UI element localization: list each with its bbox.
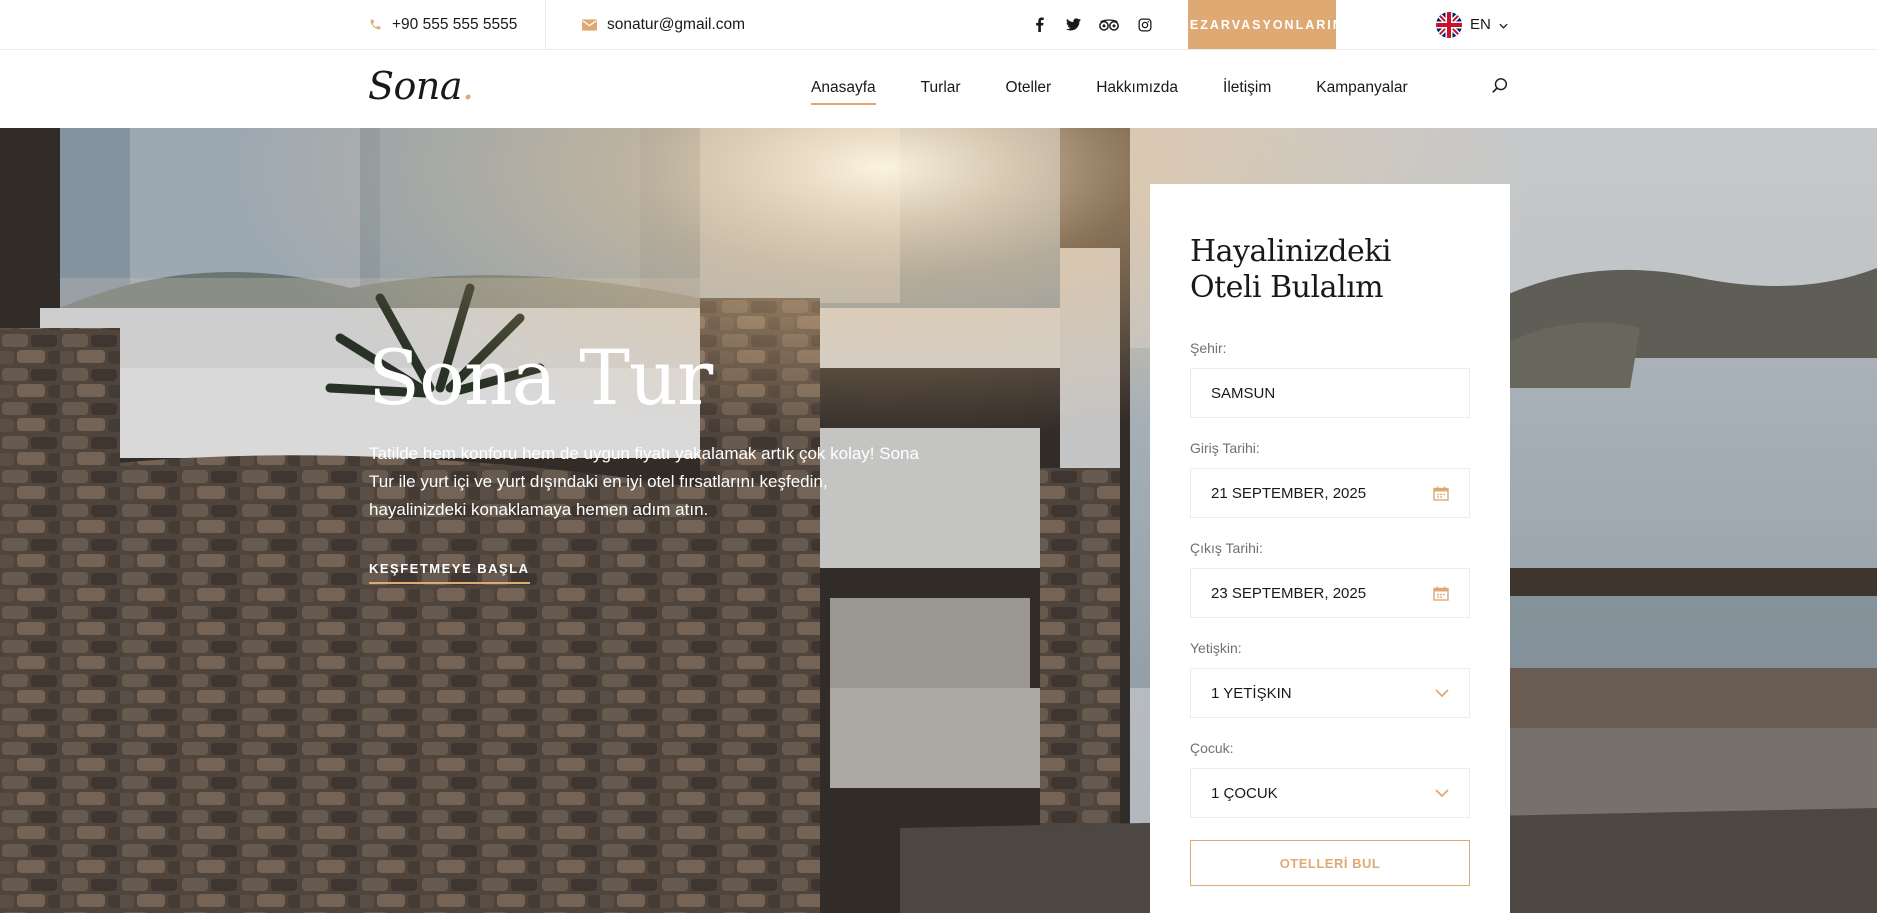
main-nav: Anasayfa Turlar Oteller Hakkımızda İleti… <box>811 50 1453 128</box>
logo-dot: . <box>462 64 474 108</box>
checkout-label: Çıkış Tarihi: <box>1190 540 1263 556</box>
checkout-date-input[interactable]: 23 SEPTEMBER, 2025 <box>1190 568 1470 618</box>
instagram-icon[interactable] <box>1136 16 1154 34</box>
checkin-label: Giriş Tarihi: <box>1190 440 1260 456</box>
checkin-date-input[interactable]: 21 SEPTEMBER, 2025 <box>1190 468 1470 518</box>
checkin-value: 21 SEPTEMBER, 2025 <box>1211 484 1367 502</box>
city-value: SAMSUN <box>1211 384 1276 402</box>
email-contact[interactable]: sonatur@gmail.com <box>582 0 745 49</box>
nav-anasayfa[interactable]: Anasayfa <box>811 79 876 105</box>
email-address: sonatur@gmail.com <box>607 15 746 33</box>
main-header: Sona. Anasayfa Turlar Oteller Hakkımızda… <box>0 50 1877 128</box>
city-input[interactable]: SAMSUN <box>1190 368 1470 418</box>
calendar-icon <box>1433 586 1449 601</box>
adults-label: Yetişkin: <box>1190 640 1242 656</box>
logo-text: Sona <box>368 64 463 108</box>
phone-contact[interactable]: +90 555 555 5555 <box>369 0 517 49</box>
language-selector[interactable]: EN <box>1436 0 1508 49</box>
chevron-down-icon <box>1435 789 1449 797</box>
adults-select[interactable]: 1 YETİŞKIN <box>1190 668 1470 718</box>
phone-icon <box>369 18 382 31</box>
hero-description: Tatilde hem konforu hem de uygun fiyatı … <box>369 444 919 519</box>
nav-oteller[interactable]: Oteller <box>1006 79 1052 99</box>
children-select[interactable]: 1 ÇOCUK <box>1190 768 1470 818</box>
children-label: Çocuk: <box>1190 740 1234 756</box>
calendar-icon <box>1433 486 1449 501</box>
booking-form: Hayalinizdeki Oteli Bulalım Şehir: SAMSU… <box>1150 184 1510 913</box>
explore-link[interactable]: KEŞFETMEYE BAŞLA <box>369 561 530 584</box>
search-icon[interactable] <box>1491 77 1511 97</box>
phone-number: +90 555 555 5555 <box>392 15 518 33</box>
top-bar: +90 555 555 5555 sonatur@gmail.com REZAR… <box>0 0 1877 50</box>
nav-hakkimizda[interactable]: Hakkımızda <box>1096 79 1178 99</box>
envelope-icon <box>582 18 597 31</box>
hero-section: Sona Tur Tatilde hem konforu hem de uygu… <box>0 128 1877 913</box>
nav-turlar[interactable]: Turlar <box>921 79 961 99</box>
uk-flag-icon <box>1436 11 1462 38</box>
language-code: EN <box>1470 16 1491 33</box>
adults-value: 1 YETİŞKIN <box>1211 684 1292 702</box>
booking-title: Hayalinizdeki Oteli Bulalım <box>1190 234 1392 305</box>
tripadvisor-icon[interactable] <box>1098 16 1120 34</box>
site-logo[interactable]: Sona. <box>368 64 474 108</box>
chevron-down-icon <box>1435 689 1449 697</box>
chevron-down-icon <box>1499 16 1508 33</box>
topbar-divider <box>545 0 546 49</box>
nav-iletisim[interactable]: İletişim <box>1223 79 1271 99</box>
social-links <box>1030 0 1154 49</box>
facebook-icon[interactable] <box>1030 16 1048 34</box>
hero-background-image <box>0 128 1877 913</box>
find-hotels-button[interactable]: OTELLERİ BUL <box>1190 840 1470 886</box>
twitter-icon[interactable] <box>1064 16 1082 34</box>
city-label: Şehir: <box>1190 340 1227 356</box>
children-value: 1 ÇOCUK <box>1211 784 1278 802</box>
nav-kampanyalar[interactable]: Kampanyalar <box>1316 79 1407 99</box>
checkout-value: 23 SEPTEMBER, 2025 <box>1211 584 1367 602</box>
reservations-button[interactable]: REZARVASYONLARIM <box>1179 0 1343 49</box>
hero-title: Sona Tur <box>368 333 713 422</box>
